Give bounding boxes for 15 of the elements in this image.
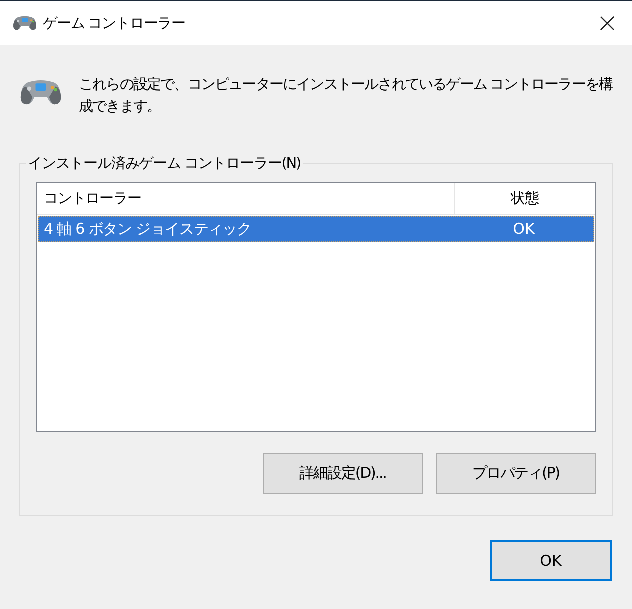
window-title: ゲーム コントローラー	[43, 14, 186, 32]
group-label: インストール済みゲーム コントローラー(N)	[27, 154, 302, 173]
status-text: OK	[512, 220, 536, 238]
close-icon	[600, 16, 614, 30]
list-row[interactable]: 4 軸 6 ボタン ジョイスティック OK	[38, 216, 594, 242]
column-header[interactable]: 状態	[455, 183, 595, 215]
description-text: これらの設定で、コンピューターにインストールされているゲーム コントローラーを構成できます。	[79, 76, 614, 117]
controller-list[interactable]: コントローラー 状態 4 軸 6 ボタン ジョイスティック OK	[36, 182, 596, 432]
gamepad-icon	[13, 15, 37, 31]
column-header[interactable]: コントローラー	[37, 183, 455, 215]
controller-name: 4 軸 6 ボタン ジョイスティック	[43, 220, 252, 238]
dialog-button[interactable]: 詳細設定(D)...	[263, 453, 423, 494]
gamepad-icon	[20, 78, 62, 106]
ok-button[interactable]: OK	[490, 540, 612, 581]
dialog-button[interactable]: プロパティ(P)	[436, 453, 596, 494]
